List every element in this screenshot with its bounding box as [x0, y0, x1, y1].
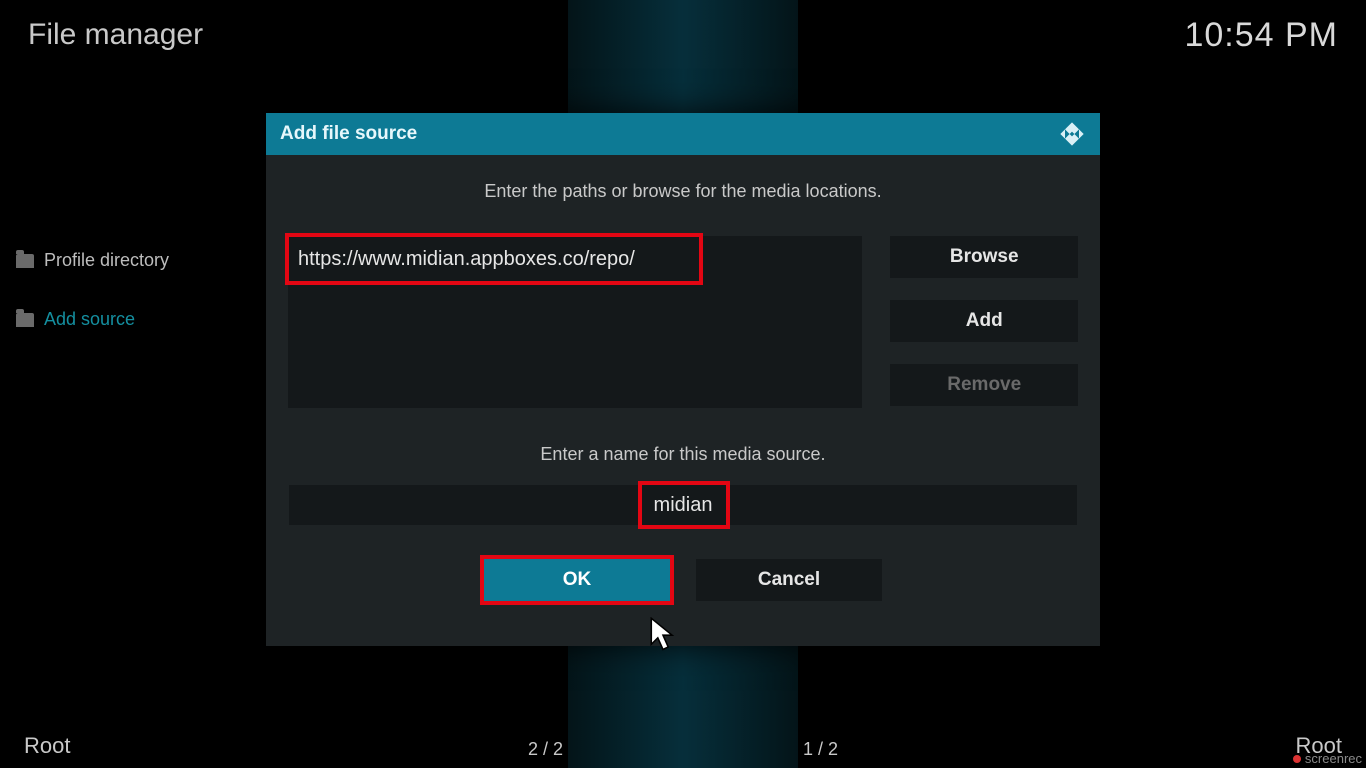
footer-bar: Root Root [0, 724, 1366, 768]
remove-button: Remove [890, 364, 1078, 406]
name-section: Enter a name for this media source. midi… [288, 444, 1078, 601]
clock: 10:54 PM [1184, 16, 1338, 55]
browse-button[interactable]: Browse [890, 236, 1078, 278]
footer-left-label: Root [24, 733, 70, 759]
sidebar-item-add-source[interactable]: Add source [14, 301, 244, 338]
dialog-body: Enter the paths or browse for the media … [266, 155, 1100, 601]
folder-icon [16, 254, 34, 268]
watermark-text: screenrec [1305, 751, 1362, 766]
paths-instruction: Enter the paths or browse for the media … [288, 181, 1078, 202]
add-file-source-dialog: Add file source Enter the paths or brows… [266, 113, 1100, 646]
ok-label: OK [563, 569, 592, 591]
path-action-buttons: Browse Add Remove [890, 236, 1078, 408]
paths-row: https://www.midian.appboxes.co/repo/ Bro… [288, 236, 1078, 408]
sidebar-item-label: Add source [44, 309, 135, 330]
paths-list: https://www.midian.appboxes.co/repo/ [288, 236, 862, 408]
left-sidebar: Profile directory Add source [14, 242, 244, 360]
page-title: File manager [28, 18, 203, 52]
path-input[interactable]: https://www.midian.appboxes.co/repo/ [288, 236, 862, 282]
name-instruction: Enter a name for this media source. [288, 444, 1078, 465]
source-name-value: midian [654, 494, 713, 517]
add-button[interactable]: Add [890, 300, 1078, 342]
sidebar-item-label: Profile directory [44, 250, 169, 271]
dialog-action-row: OK Cancel [288, 559, 1078, 601]
folder-icon [16, 313, 34, 327]
dialog-header: Add file source [266, 113, 1100, 155]
name-input-wrap: midian [289, 485, 1077, 525]
sidebar-item-profile-directory[interactable]: Profile directory [14, 242, 244, 279]
ok-button[interactable]: OK [484, 559, 670, 601]
cancel-button[interactable]: Cancel [696, 559, 882, 601]
record-dot-icon [1293, 755, 1301, 763]
screenrec-watermark: screenrec [1293, 751, 1362, 766]
path-value: https://www.midian.appboxes.co/repo/ [298, 248, 635, 271]
source-name-input[interactable]: midian [289, 485, 1077, 525]
dialog-title: Add file source [280, 123, 417, 145]
kodi-logo-icon [1058, 120, 1086, 148]
top-bar: File manager 10:54 PM [0, 0, 1366, 70]
